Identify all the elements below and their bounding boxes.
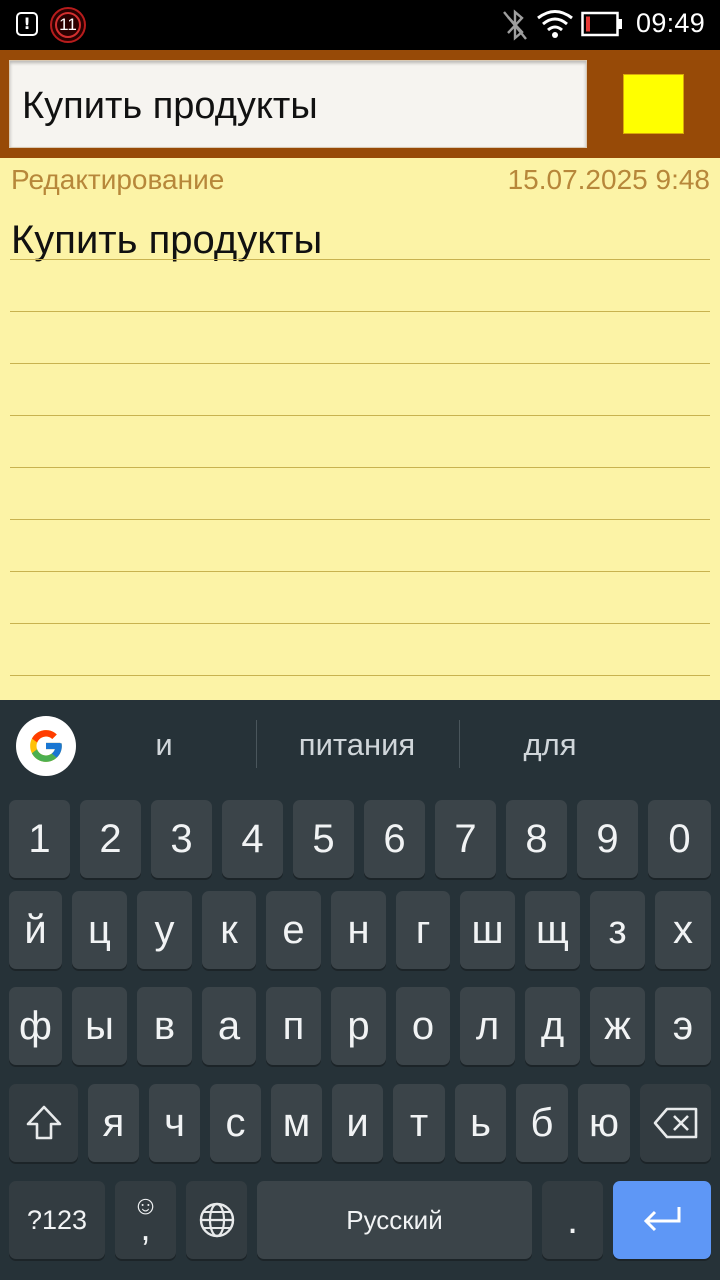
key-letter[interactable]: п <box>266 987 321 1065</box>
key-7[interactable]: 7 <box>435 800 496 878</box>
key-letter[interactable]: т <box>393 1084 445 1162</box>
key-letter[interactable]: з <box>590 891 645 969</box>
ruled-line <box>10 363 710 364</box>
enter-icon <box>643 1207 681 1232</box>
ruled-line <box>10 571 710 572</box>
suggestion-3[interactable]: для <box>465 727 635 763</box>
key-0[interactable]: 0 <box>648 800 711 878</box>
key-letter[interactable]: б <box>516 1084 568 1162</box>
clock: 09:49 <box>636 8 706 38</box>
key-letter[interactable]: ч <box>149 1084 200 1162</box>
key-letter[interactable]: х <box>655 891 711 969</box>
globe-icon <box>199 1202 235 1238</box>
emoji-comma-key[interactable]: ☺ , <box>115 1181 176 1259</box>
key-letter[interactable]: э <box>655 987 711 1065</box>
key-2[interactable]: 2 <box>80 800 141 878</box>
key-letter[interactable]: н <box>331 891 386 969</box>
suggestion-divider <box>256 720 257 768</box>
key-letter[interactable]: у <box>137 891 192 969</box>
key-1[interactable]: 1 <box>9 800 70 878</box>
key-letter[interactable]: к <box>202 891 256 969</box>
suggestion-2[interactable]: питания <box>262 727 452 763</box>
note-date: 15.07.2025 9:48 <box>507 164 710 195</box>
suggestion-divider <box>459 720 460 768</box>
key-9[interactable]: 9 <box>577 800 638 878</box>
edit-mode-label: Редактирование <box>11 164 225 195</box>
soft-keyboard: и питания для 1 2 3 4 5 6 7 8 9 0 й ц у … <box>0 700 720 1280</box>
language-key[interactable] <box>186 1181 247 1259</box>
key-3[interactable]: 3 <box>151 800 212 878</box>
ruled-line <box>10 675 710 676</box>
key-letter[interactable]: р <box>331 987 386 1065</box>
key-8[interactable]: 8 <box>506 800 567 878</box>
enter-key[interactable] <box>613 1181 711 1259</box>
note-header: Купить продукты <box>0 50 720 158</box>
shift-icon <box>26 1105 62 1140</box>
shift-key[interactable] <box>9 1084 78 1162</box>
ruled-line <box>10 415 710 416</box>
key-letter[interactable]: ю <box>578 1084 630 1162</box>
note-editor[interactable]: Редактирование 15.07.2025 9:48 Купить пр… <box>0 158 720 700</box>
ruled-line <box>10 623 710 624</box>
key-letter[interactable]: м <box>271 1084 322 1162</box>
comma-label: , <box>140 1207 151 1248</box>
key-letter[interactable]: ь <box>455 1084 506 1162</box>
suggestion-1[interactable]: и <box>84 727 244 763</box>
key-4[interactable]: 4 <box>222 800 283 878</box>
ruled-line <box>10 519 710 520</box>
key-letter[interactable]: ж <box>590 987 645 1065</box>
key-letter[interactable]: л <box>460 987 515 1065</box>
key-6[interactable]: 6 <box>364 800 425 878</box>
key-letter[interactable]: о <box>396 987 450 1065</box>
space-bar[interactable]: Русский <box>257 1181 532 1259</box>
bluetooth-off-icon <box>503 9 527 41</box>
key-letter[interactable]: в <box>137 987 192 1065</box>
notification-count-badge: 11 <box>50 7 86 43</box>
note-color-button[interactable] <box>623 74 684 134</box>
key-letter[interactable]: г <box>396 891 450 969</box>
backspace-key[interactable] <box>640 1084 711 1162</box>
key-letter[interactable]: ш <box>460 891 515 969</box>
ruled-line <box>10 259 710 260</box>
alert-icon: ! <box>16 12 38 36</box>
key-letter[interactable]: с <box>210 1084 261 1162</box>
key-letter[interactable]: щ <box>525 891 580 969</box>
note-body-text[interactable]: Купить продукты <box>11 218 322 263</box>
key-letter[interactable]: й <box>9 891 62 969</box>
key-letter[interactable]: и <box>332 1084 383 1162</box>
key-letter[interactable]: я <box>88 1084 139 1162</box>
google-icon[interactable] <box>16 716 76 776</box>
key-letter[interactable]: ц <box>72 891 127 969</box>
ruled-line <box>10 311 710 312</box>
key-letter[interactable]: ы <box>72 987 127 1065</box>
key-letter[interactable]: е <box>266 891 321 969</box>
suggestion-bar: и питания для <box>0 700 720 790</box>
battery-low-icon <box>581 11 622 37</box>
key-letter[interactable]: д <box>525 987 580 1065</box>
backspace-icon <box>653 1107 698 1139</box>
note-title-input[interactable]: Купить продукты <box>9 60 587 148</box>
period-key[interactable]: . <box>542 1181 603 1259</box>
key-letter[interactable]: ф <box>9 987 62 1065</box>
key-letter[interactable]: а <box>202 987 256 1065</box>
key-5[interactable]: 5 <box>293 800 354 878</box>
status-bar: ! 11 09:49 <box>0 0 720 50</box>
ruled-line <box>10 467 710 468</box>
wifi-icon <box>537 10 573 38</box>
symbols-key[interactable]: ?123 <box>9 1181 105 1259</box>
